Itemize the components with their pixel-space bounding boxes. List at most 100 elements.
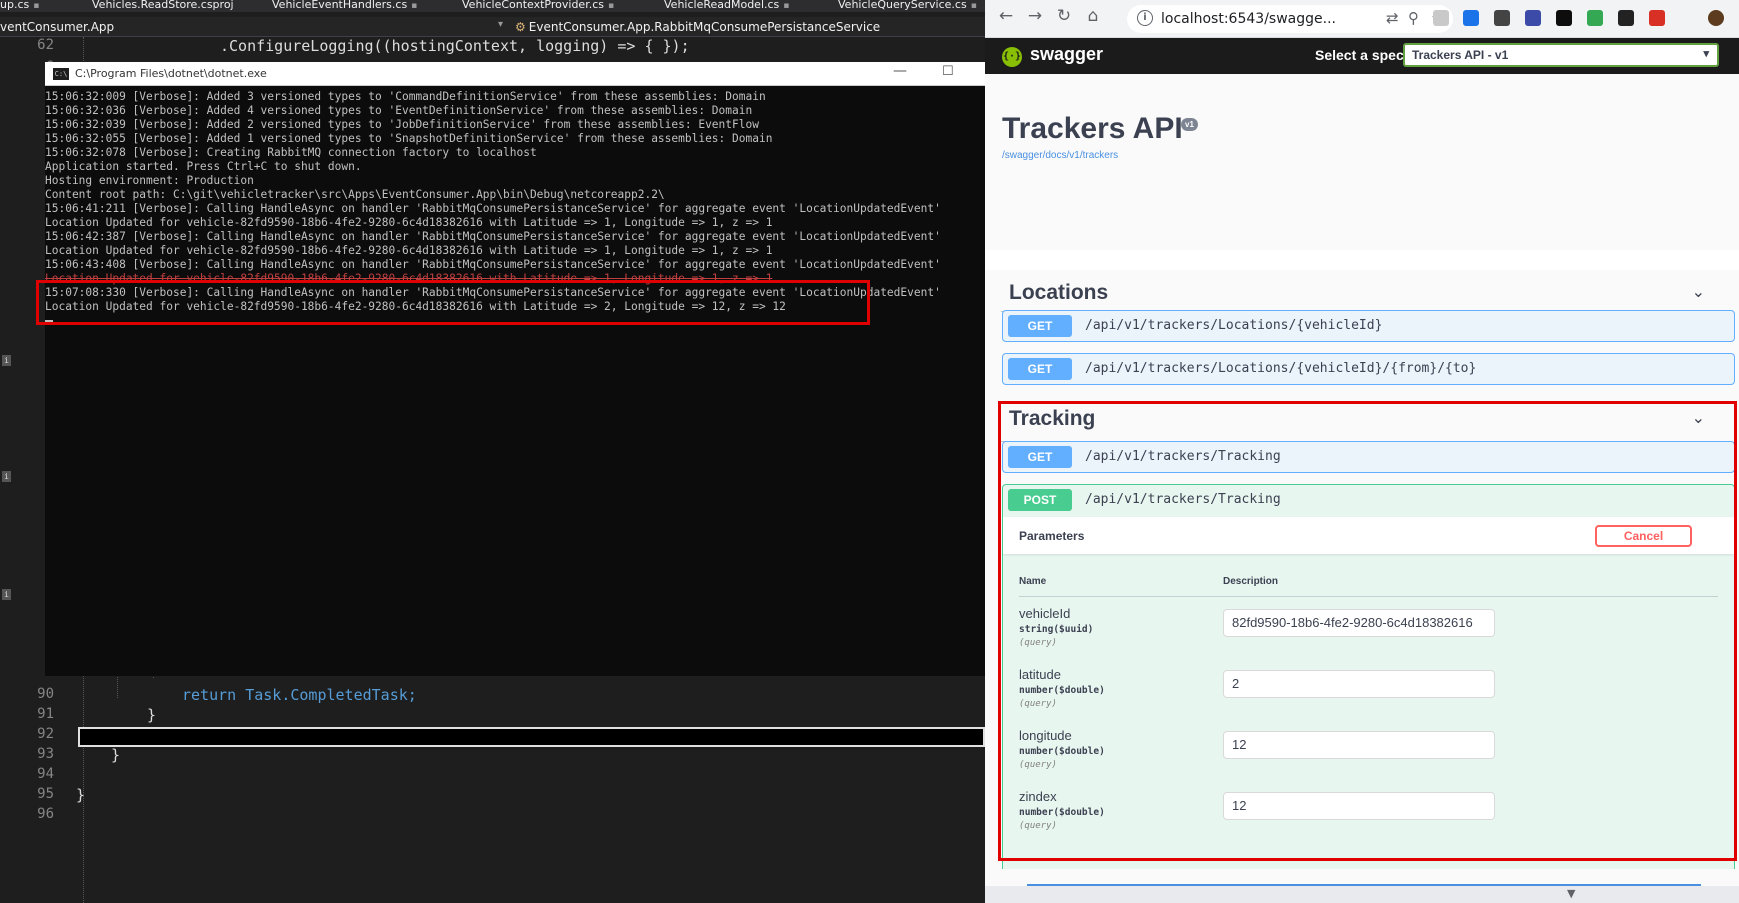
extension-icon[interactable]	[1433, 10, 1449, 26]
code-line[interactable]: .ConfigureLogging((hostingContext, loggi…	[220, 37, 690, 55]
version-badge: v1	[1181, 118, 1198, 131]
method-badge: GET	[1008, 358, 1072, 380]
console-titlebar[interactable]: C:\ C:\Program Files\dotnet\dotnet.exe —…	[45, 62, 985, 86]
console-window[interactable]: C:\ C:\Program Files\dotnet\dotnet.exe —…	[45, 62, 985, 676]
swagger-topbar: {·} swagger Select a spec Trackers API -…	[985, 38, 1739, 74]
type-dropdown-label: EventConsumer.App.RabbitMqConsumePersist…	[528, 20, 881, 34]
chevron-down-icon: ▾	[1703, 48, 1709, 60]
console-line: Hosting environment: Production	[45, 174, 254, 187]
pin-icon[interactable]: ▪	[971, 1, 977, 11]
console-line: Location Updated for vehicle-82fd9590-18…	[45, 216, 773, 229]
project-dropdown[interactable]: ventConsumer.App	[0, 20, 114, 34]
api-title: Trackers API	[1002, 112, 1183, 145]
operation-get-locations-range[interactable]: GET /api/v1/trackers/Locations/{vehicleI…	[1002, 353, 1735, 385]
code-line[interactable]: }	[147, 706, 156, 724]
ide-window: up.cs ▪ Vehicles.ReadStore.csproj Vehicle…	[0, 0, 985, 903]
api-spec-link[interactable]: /swagger/docs/v1/trackers	[1002, 150, 1118, 161]
code-line[interactable]: return Task.CompletedTask;	[182, 686, 417, 704]
extension-icon[interactable]	[1618, 10, 1634, 26]
extension-icon[interactable]	[1649, 10, 1665, 26]
line-number: 95	[37, 786, 54, 802]
line-number: 90	[37, 686, 54, 702]
back-icon[interactable]: ←	[993, 6, 1019, 32]
breakpoint-glyph-icon[interactable]: i	[2, 589, 11, 600]
pin-icon[interactable]: ▪	[411, 1, 417, 11]
method-badge: GET	[1008, 315, 1072, 337]
console-line: 15:06:32:055 [Verbose]: Added 1 versione…	[45, 132, 773, 145]
browser-toolbar: ← → ↻ ⌂ i localhost:6543/swagge... ⇄ ⚲ ☆	[985, 0, 1739, 38]
tab-vehicle-query-service[interactable]: VehicleQueryService.cs ▪	[838, 0, 977, 11]
line-number: 93	[37, 746, 54, 762]
pin-icon[interactable]: ▪	[33, 1, 39, 11]
extension-icon[interactable]	[1494, 10, 1510, 26]
extension-icon[interactable]	[1587, 10, 1603, 26]
tab-label: up.cs	[0, 0, 30, 11]
minimize-icon[interactable]: —	[893, 63, 907, 79]
console-icon: C:\	[53, 68, 69, 80]
tag-locations[interactable]: Locations ⌄	[1001, 272, 1725, 312]
tab-label: VehicleQueryService.cs	[838, 0, 967, 11]
extension-icon[interactable]	[1556, 10, 1572, 26]
pin-icon[interactable]: ▪	[783, 1, 789, 11]
console-line: 15:06:43:408 [Verbose]: Calling HandleAs…	[45, 258, 941, 271]
breakpoint-glyph-icon[interactable]: i	[2, 471, 11, 482]
navigation-bar: ventConsumer.App ▾ ⚙ EventConsumer.App.Ra…	[0, 17, 985, 37]
translate-icon[interactable]: ⇄	[1386, 9, 1399, 27]
extension-icon[interactable]	[1463, 10, 1479, 26]
tab-up-cs[interactable]: up.cs ▪	[0, 0, 39, 11]
spec-select-value: Trackers API - v1	[1412, 48, 1509, 62]
tab-vehicles-readstore[interactable]: Vehicles.ReadStore.csproj	[92, 0, 234, 11]
editor-tab-strip: up.cs ▪ Vehicles.ReadStore.csproj Vehicle…	[0, 0, 985, 12]
console-line: Content root path: C:\git\vehicletracker…	[45, 188, 665, 201]
maximize-icon[interactable]: ☐	[942, 64, 954, 79]
forward-icon[interactable]: →	[1022, 6, 1048, 32]
operation-get-locations[interactable]: GET /api/v1/trackers/Locations/{vehicleI…	[1002, 310, 1735, 342]
tab-label: Vehicles.ReadStore.csproj	[92, 0, 234, 11]
console-line: Application started. Press Ctrl+C to shu…	[45, 160, 362, 173]
breakpoint-glyph-icon[interactable]: i	[2, 355, 11, 366]
address-bar[interactable]: i localhost:6543/swagge... ⇄ ⚲ ☆	[1127, 5, 1453, 33]
console-line: 15:06:41:211 [Verbose]: Calling HandleAs…	[45, 202, 941, 215]
browser-status-bar: ▼	[985, 886, 1739, 903]
annotation-box	[36, 280, 870, 325]
home-icon[interactable]: ⌂	[1080, 6, 1106, 32]
zoom-icon[interactable]: ⚲	[1408, 9, 1419, 27]
tab-label: VehicleEventHandlers.cs	[272, 0, 408, 11]
tab-vehicle-event-handlers[interactable]: VehicleEventHandlers.cs ▪	[272, 0, 417, 11]
url-text[interactable]: localhost:6543/swagge...	[1161, 11, 1336, 27]
spec-label: Select a spec	[1315, 47, 1404, 63]
tab-label: VehicleContextProvider.cs	[462, 0, 604, 11]
class-icon: ⚙	[515, 20, 526, 34]
console-line: Location Updated for vehicle-82fd9590-18…	[45, 244, 773, 257]
swagger-brand[interactable]: swagger	[1030, 44, 1103, 65]
annotation-box	[998, 401, 1737, 861]
reload-icon[interactable]: ↻	[1051, 6, 1077, 32]
line-number: 96	[37, 806, 54, 822]
extension-icon[interactable]	[1525, 10, 1541, 26]
line-number: 94	[37, 766, 54, 782]
line-number: 62	[37, 37, 54, 53]
swagger-logo-icon[interactable]: {·}	[1002, 47, 1022, 67]
type-dropdown[interactable]: ⚙ EventConsumer.App.RabbitMqConsumePersis…	[515, 20, 880, 34]
chevron-down-icon[interactable]: ▼	[1567, 887, 1575, 900]
spec-select[interactable]: Trackers API - v1 ▾	[1403, 43, 1719, 67]
chevron-down-icon[interactable]: ⌄	[1692, 282, 1705, 301]
operation-path: /api/v1/trackers/Locations/{vehicleId}/{…	[1085, 361, 1477, 376]
site-info-icon[interactable]: i	[1137, 10, 1153, 26]
console-line: 15:06:32:039 [Verbose]: Added 2 versione…	[45, 118, 759, 131]
line-number: 91	[37, 706, 54, 722]
tab-vehicle-context-provider[interactable]: VehicleContextProvider.cs ▪	[462, 0, 614, 11]
operation-path: /api/v1/trackers/Locations/{vehicleId}	[1085, 318, 1383, 333]
code-line[interactable]: }	[76, 786, 85, 804]
profile-avatar[interactable]	[1708, 10, 1724, 26]
tab-vehicle-read-model[interactable]: VehicleReadModel.cs ▪	[664, 0, 789, 11]
line-number: 92	[37, 726, 54, 742]
console-line: 15:06:32:078 [Verbose]: Creating RabbitM…	[45, 146, 537, 159]
code-line[interactable]: }	[111, 746, 120, 764]
pin-icon[interactable]: ▪	[608, 1, 614, 11]
chevron-down-icon[interactable]: ▾	[498, 19, 503, 30]
console-line: 15:06:32:036 [Verbose]: Added 4 versione…	[45, 104, 753, 117]
tag-title: Locations	[1009, 281, 1109, 304]
console-line: 15:06:32:009 [Verbose]: Added 3 versione…	[45, 90, 766, 103]
current-line-highlight[interactable]	[78, 727, 985, 747]
